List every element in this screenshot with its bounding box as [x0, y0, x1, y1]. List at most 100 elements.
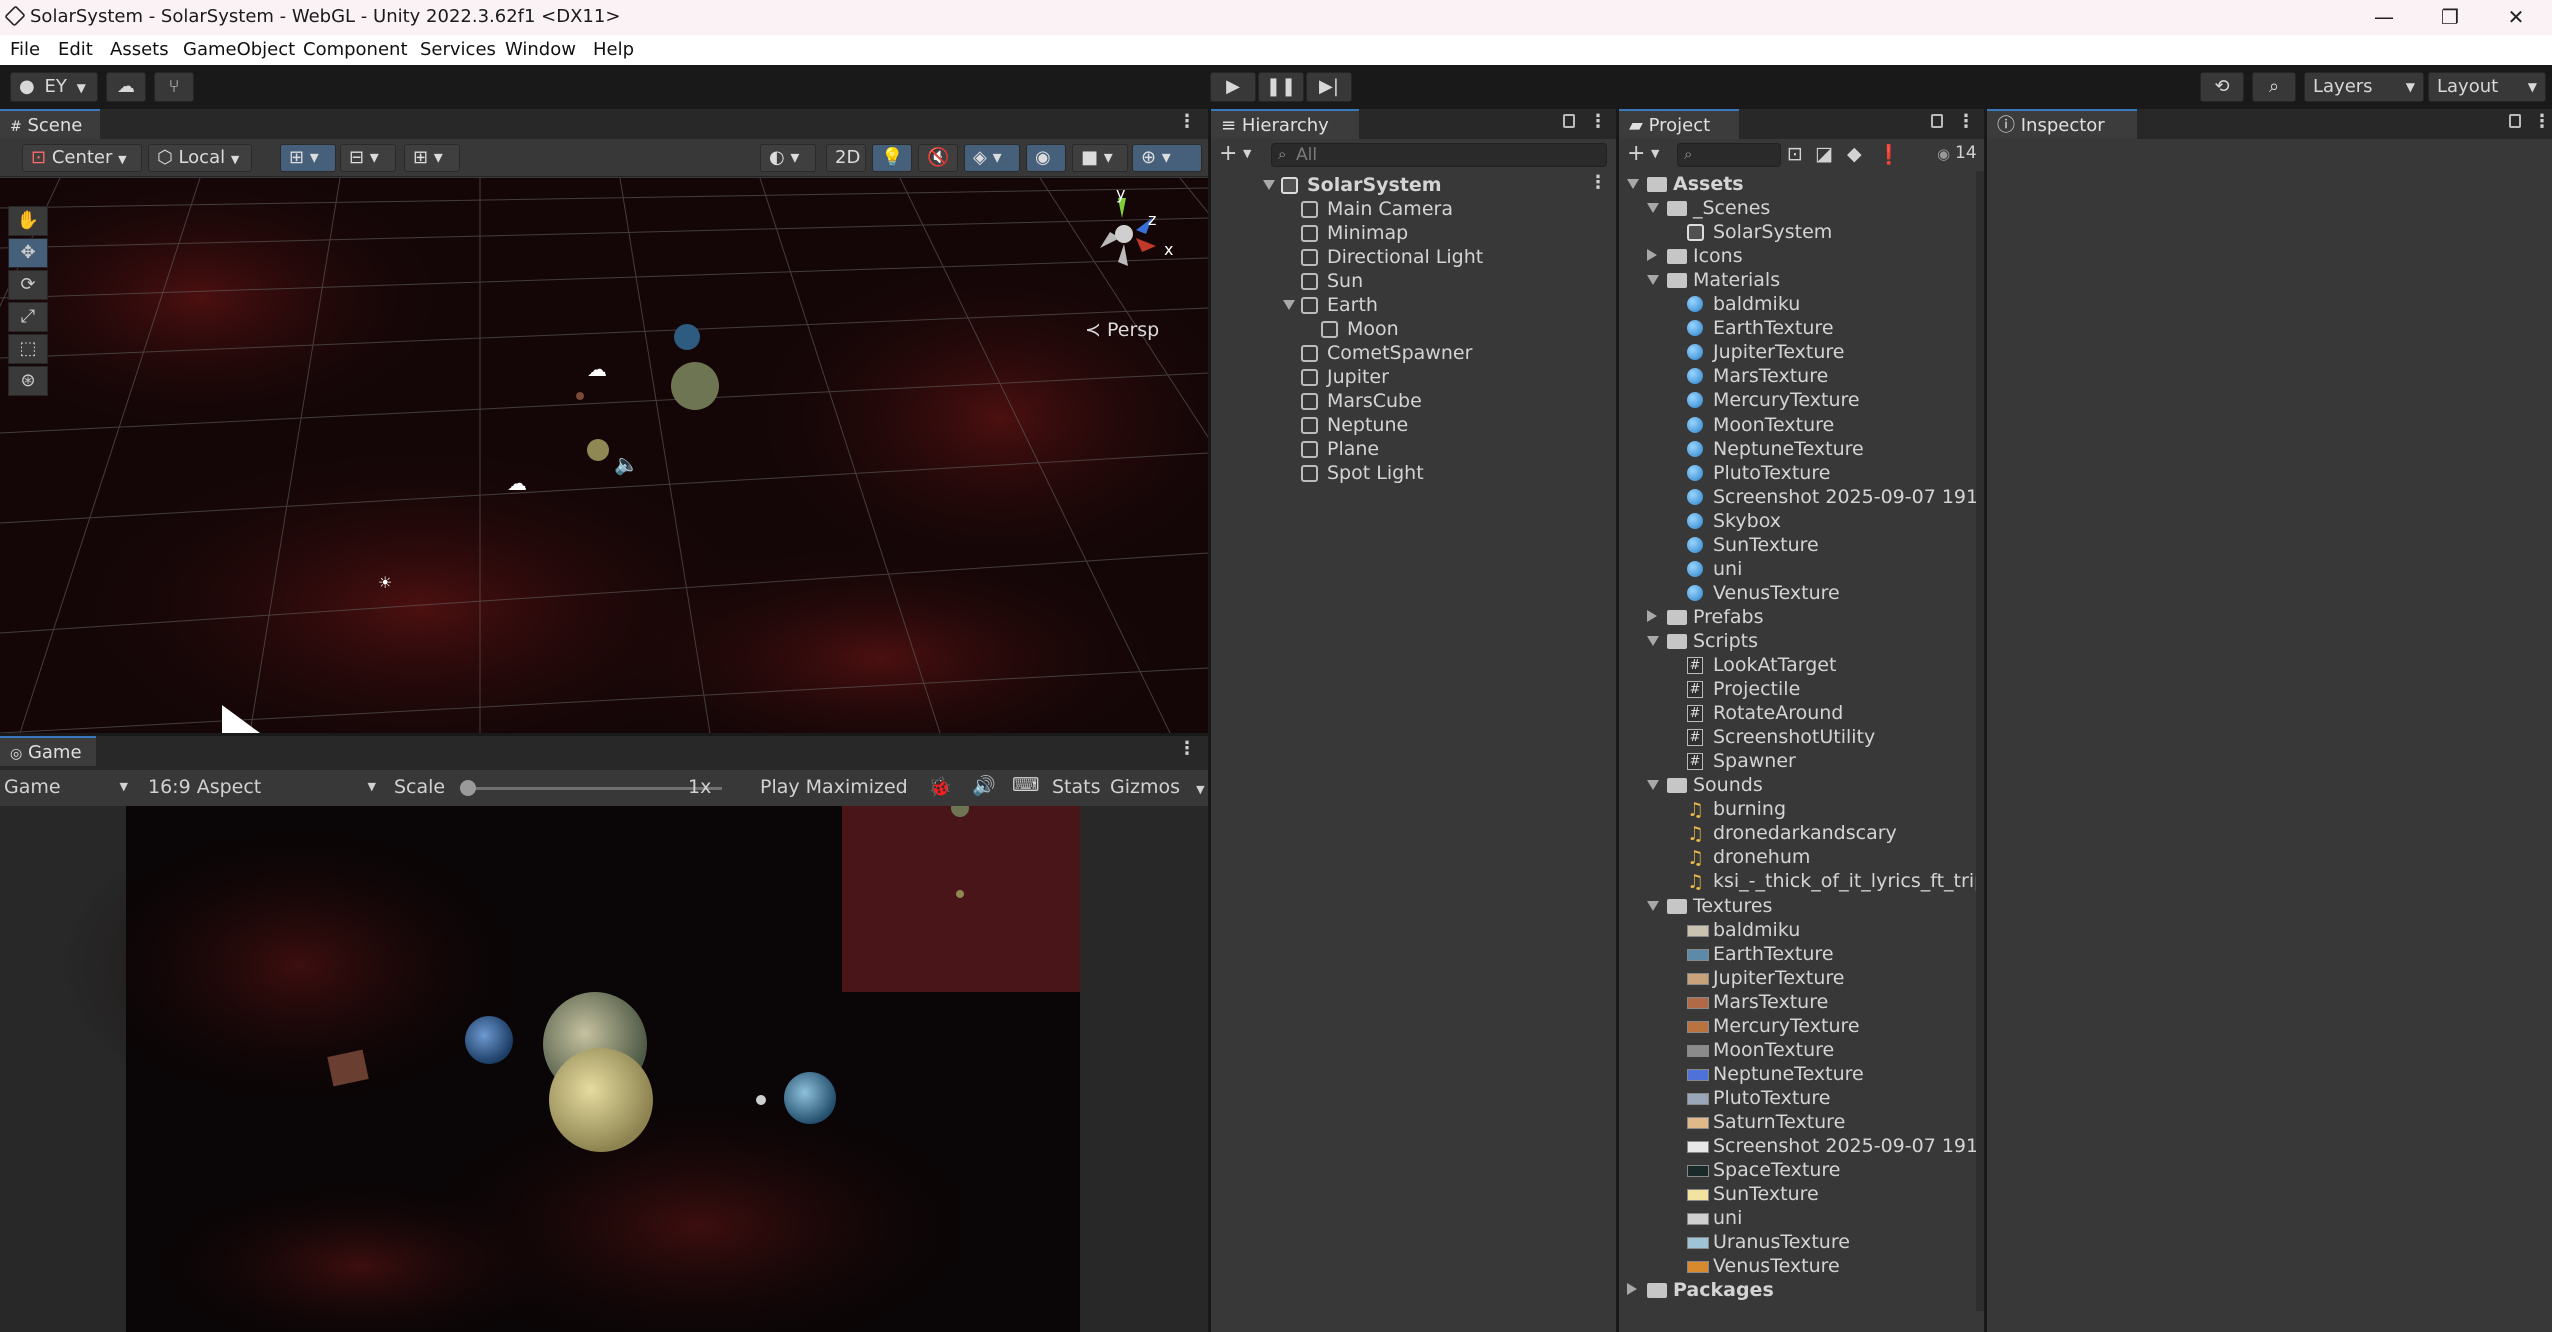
asset-material[interactable]: baldmiku: [1619, 293, 1979, 317]
asset-texture[interactable]: SunTexture: [1619, 1183, 1979, 1207]
scene-viewport[interactable]: ☁ ☁ 🔈 ☀ ✋ ✥ ⟳ ⤢ ⬚ ⊛ y z x ≺ Persp: [0, 178, 1208, 733]
asset-sound[interactable]: ♫ ksi_-_thick_of_it_lyrics_ft_trippie: [1619, 870, 1979, 894]
hierarchy-item-mars-cube[interactable]: MarsCube: [1211, 390, 1616, 414]
move-tool[interactable]: ✥: [8, 238, 48, 268]
menu-services[interactable]: Services: [420, 39, 496, 60]
grid-snap-toggle[interactable]: ⊞ ▾: [280, 144, 336, 172]
asset-script[interactable]: # RotateAround: [1619, 702, 1979, 726]
eye-slash-icon[interactable]: ◉: [1937, 145, 1950, 163]
more-icon[interactable]: ⋮: [2533, 111, 2551, 132]
hierarchy-scene-row[interactable]: SolarSystem ⋮: [1211, 172, 1616, 198]
tab-scene[interactable]: # Scene: [0, 109, 100, 139]
chevron-down-icon[interactable]: ▼: [1243, 147, 1251, 160]
asset-script[interactable]: # Spawner: [1619, 750, 1979, 774]
hierarchy-item-earth[interactable]: Earth: [1211, 294, 1616, 318]
pivot-dropdown[interactable]: ⊡ Center ▼: [22, 144, 142, 172]
asset-material[interactable]: Skybox: [1619, 510, 1979, 534]
lighting-toggle[interactable]: 💡: [872, 144, 912, 172]
speaker-icon[interactable]: 🔊: [972, 774, 996, 797]
asset-scene[interactable]: SolarSystem: [1619, 221, 1979, 245]
asset-material[interactable]: MercuryTexture: [1619, 389, 1979, 413]
collapsed-arrow-icon[interactable]: [1647, 249, 1657, 262]
menu-window[interactable]: Window: [505, 39, 576, 60]
stats-button[interactable]: Stats: [1052, 776, 1101, 798]
more-icon[interactable]: ⋮: [1178, 111, 1196, 132]
orientation-gizmo[interactable]: y z x: [1080, 184, 1180, 280]
history-button[interactable]: ⟲: [2200, 72, 2244, 102]
account-dropdown[interactable]: ● EY ▼: [10, 72, 98, 102]
asset-material[interactable]: MoonTexture: [1619, 414, 1979, 438]
asset-texture[interactable]: MercuryTexture: [1619, 1015, 1979, 1039]
lock-icon[interactable]: [1931, 114, 1943, 128]
add-button[interactable]: +: [1627, 141, 1645, 166]
step-button[interactable]: ▶|: [1306, 72, 1352, 102]
asset-texture[interactable]: MarsTexture: [1619, 991, 1979, 1015]
folder-scenes[interactable]: _Scenes: [1619, 197, 1979, 221]
tag-icon[interactable]: ◆: [1847, 143, 1862, 165]
asset-material[interactable]: JupiterTexture: [1619, 341, 1979, 365]
menu-file[interactable]: File: [10, 39, 40, 60]
asset-script[interactable]: # Projectile: [1619, 678, 1979, 702]
minimize-button[interactable]: —: [2354, 2, 2414, 32]
more-icon[interactable]: ⋮: [1178, 738, 1196, 759]
asset-texture[interactable]: Screenshot 2025-09-07 19163: [1619, 1135, 1979, 1159]
asset-material[interactable]: PlutoTexture: [1619, 462, 1979, 486]
expand-arrow-icon[interactable]: [1627, 179, 1639, 189]
effects-dropdown[interactable]: ◈ ▾: [964, 144, 1020, 172]
asset-material[interactable]: MarsTexture: [1619, 365, 1979, 389]
folder-icons[interactable]: Icons: [1619, 245, 1979, 269]
asset-sound[interactable]: ♫ dronehum: [1619, 846, 1979, 870]
scale-slider-handle[interactable]: [460, 780, 476, 796]
tab-project[interactable]: ▰ Project: [1619, 109, 1739, 139]
hidden-objects-toggle[interactable]: ◉: [1026, 144, 1066, 172]
hierarchy-item-plane[interactable]: Plane: [1211, 438, 1616, 462]
close-button[interactable]: ✕: [2486, 2, 2546, 32]
asset-sound[interactable]: ♫ dronedarkandscary: [1619, 822, 1979, 846]
search-button[interactable]: ⌕: [2252, 72, 2296, 102]
rect-tool[interactable]: ⬚: [8, 334, 48, 364]
asset-material[interactable]: uni: [1619, 558, 1979, 582]
expand-arrow-icon[interactable]: [1647, 780, 1659, 791]
menu-component[interactable]: Component: [303, 39, 408, 60]
hierarchy-item-minimap[interactable]: Minimap: [1211, 222, 1616, 246]
asset-texture[interactable]: JupiterTexture: [1619, 967, 1979, 991]
expand-arrow-icon[interactable]: [1647, 900, 1659, 911]
asset-material[interactable]: EarthTexture: [1619, 317, 1979, 341]
tab-hierarchy[interactable]: ≡ Hierarchy: [1211, 109, 1359, 139]
shading-mode-dropdown[interactable]: ◐ ▾: [760, 144, 816, 172]
folder-prefabs[interactable]: Prefabs: [1619, 606, 1979, 630]
hierarchy-item-directional-light[interactable]: Directional Light: [1211, 246, 1616, 270]
expand-arrow-icon[interactable]: [1283, 300, 1295, 310]
asset-script[interactable]: # ScreenshotUtility: [1619, 726, 1979, 750]
asset-texture[interactable]: EarthTexture: [1619, 943, 1979, 967]
scale-slider[interactable]: [460, 780, 722, 796]
search-by-label-icon[interactable]: ◪: [1815, 143, 1833, 165]
layout-dropdown[interactable]: Layout ▼: [2428, 72, 2546, 102]
asset-texture[interactable]: SpaceTexture: [1619, 1159, 1979, 1183]
hierarchy-search-input[interactable]: ⌕ All: [1271, 143, 1607, 167]
more-icon[interactable]: ⋮: [1589, 172, 1607, 193]
bug-icon[interactable]: 🐞: [928, 775, 952, 798]
hierarchy-item-moon[interactable]: Moon: [1211, 318, 1616, 342]
rotate-tool[interactable]: ⟳: [8, 270, 48, 300]
hierarchy-item-comet-spawner[interactable]: CometSpawner: [1211, 342, 1616, 366]
add-button[interactable]: +: [1219, 141, 1237, 166]
menu-edit[interactable]: Edit: [58, 39, 93, 60]
keyboard-icon[interactable]: ⌨: [1012, 774, 1039, 796]
camera-dropdown[interactable]: ■ ▾: [1072, 144, 1128, 172]
game-viewport[interactable]: [0, 806, 1208, 1332]
folder-assets[interactable]: Assets: [1619, 173, 1979, 197]
expand-arrow-icon[interactable]: [1647, 203, 1659, 214]
display-dropdown[interactable]: Game ▼: [4, 776, 132, 798]
space-dropdown[interactable]: ⬡ Local ▼: [148, 144, 252, 172]
transform-tool[interactable]: ⊛: [8, 366, 48, 396]
lock-icon[interactable]: [2509, 114, 2521, 128]
more-icon[interactable]: ⋮: [1957, 111, 1975, 132]
collapsed-arrow-icon[interactable]: [1647, 609, 1657, 622]
chevron-down-icon[interactable]: ▼: [1651, 147, 1659, 160]
hierarchy-item-main-camera[interactable]: Main Camera: [1211, 198, 1616, 222]
asset-texture[interactable]: SaturnTexture: [1619, 1111, 1979, 1135]
asset-texture[interactable]: uni: [1619, 1207, 1979, 1231]
asset-texture[interactable]: PlutoTexture: [1619, 1087, 1979, 1111]
aspect-dropdown[interactable]: 16:9 Aspect ▼: [148, 776, 380, 798]
